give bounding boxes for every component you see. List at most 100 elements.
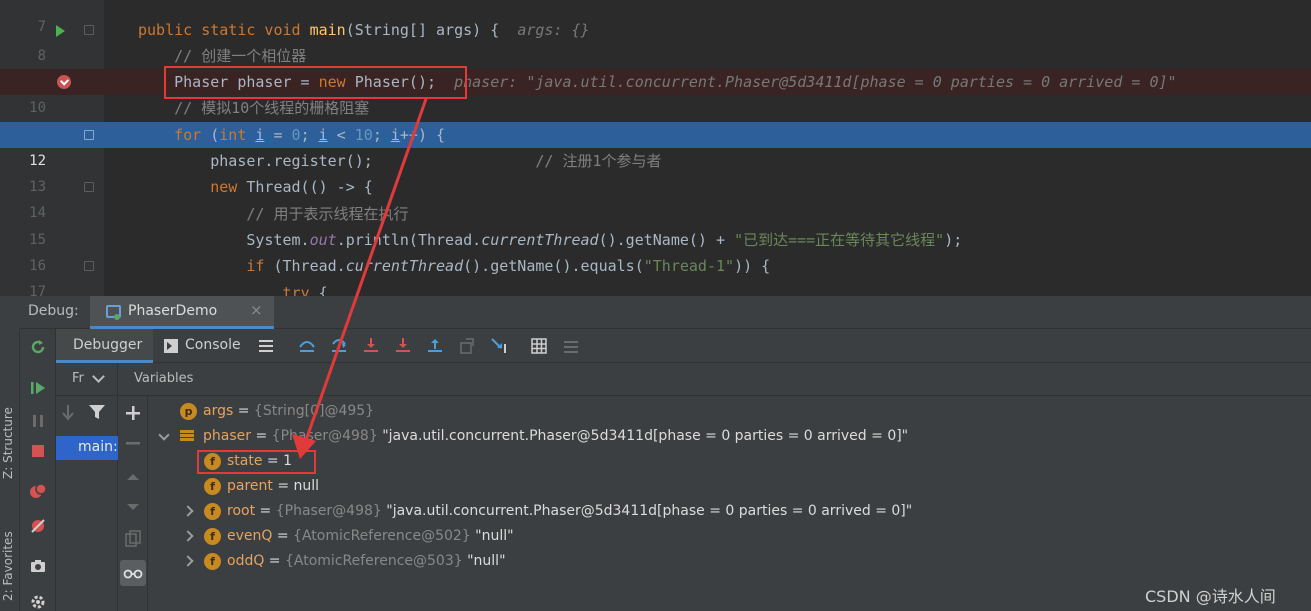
camera-icon[interactable] xyxy=(29,557,47,575)
variable-type: {String[0]@495} xyxy=(253,403,375,419)
move-up-icon[interactable] xyxy=(122,466,144,488)
variable-text: phaser = {Phaser@498} "java.util.concurr… xyxy=(203,428,909,444)
fold-marker-icon[interactable] xyxy=(84,261,94,271)
application-icon xyxy=(106,305,121,320)
variable-type: {Phaser@498} xyxy=(271,428,378,444)
chevron-down-icon[interactable] xyxy=(92,370,105,383)
variable-value: null xyxy=(293,478,320,494)
code-line-18[interactable]: 18 try { xyxy=(0,280,1311,296)
layout-menu-icon[interactable] xyxy=(257,337,275,355)
variable-value: "null" xyxy=(475,528,514,544)
settings-gear-icon[interactable] xyxy=(29,593,47,611)
variable-name: root xyxy=(227,503,256,519)
variable-name: phaser xyxy=(203,428,252,444)
code-comment: // 创建一个相位器 xyxy=(174,47,307,65)
tab-console[interactable]: Console xyxy=(160,329,246,363)
code-line-7[interactable]: 7 xyxy=(0,0,1311,35)
debug-tool-window: Z: Structure 2: Favorites Debug: PhaserD… xyxy=(0,296,1311,611)
variable-value: "java.util.concurrent.Phaser@5d3411d[pha… xyxy=(382,428,909,444)
code-line-13[interactable]: 13 phaser.register(); // 注册1个参与者 xyxy=(0,148,1311,195)
trace-stream-icon[interactable] xyxy=(562,337,580,355)
highlight-box-phaser-declaration xyxy=(164,66,467,99)
structure-tool-tab[interactable]: Z: Structure xyxy=(1,407,15,479)
debug-actions-column xyxy=(20,329,56,611)
breakpoint-icon[interactable] xyxy=(57,75,71,89)
fold-marker-icon[interactable] xyxy=(84,182,94,192)
new-watch-plus-icon[interactable] xyxy=(122,402,144,424)
glasses-icon xyxy=(123,569,143,579)
field-icon: f xyxy=(204,553,221,570)
evaluate-expression-icon[interactable] xyxy=(530,337,548,355)
pause-icon[interactable] xyxy=(29,412,47,430)
left-tool-strip: Z: Structure 2: Favorites xyxy=(0,329,20,611)
code-line-14[interactable]: 14 new Thread(() -> { xyxy=(0,174,1311,221)
close-icon[interactable]: × xyxy=(250,301,263,319)
tab-console-label: Console xyxy=(185,337,241,353)
copy-icon[interactable] xyxy=(122,528,144,550)
step-over-icon[interactable] xyxy=(330,337,348,355)
debug-label: Debug: xyxy=(28,303,79,319)
step-into-icon[interactable] xyxy=(362,337,380,355)
code-comment: // 注册1个参与者 xyxy=(535,152,662,170)
code-line-16[interactable]: 16 System.out.println(Thread.currentThre… xyxy=(0,227,1311,274)
show-execution-point-icon[interactable] xyxy=(298,337,316,355)
stop-icon[interactable] xyxy=(29,442,47,460)
force-step-into-icon[interactable] xyxy=(394,337,412,355)
drop-frame-icon[interactable] xyxy=(458,337,476,355)
filter-icon[interactable] xyxy=(88,403,106,421)
variable-row-root[interactable]: f root = {Phaser@498} "java.util.concurre… xyxy=(148,499,1311,524)
fold-marker-icon[interactable] xyxy=(84,130,94,140)
variable-row-state[interactable]: f state = 1 xyxy=(148,449,1311,474)
run-gutter-icon[interactable] xyxy=(56,25,65,37)
chevron-down-icon[interactable] xyxy=(158,429,170,441)
tab-debugger[interactable]: Debugger xyxy=(56,329,153,363)
variable-text: evenQ = {AtomicReference@502} "null" xyxy=(227,528,514,544)
chevron-right-icon[interactable] xyxy=(182,555,194,567)
view-breakpoints-icon[interactable] xyxy=(29,482,47,500)
variable-text: args = {String[0]@495} xyxy=(203,403,375,419)
resume-icon[interactable] xyxy=(29,379,47,397)
session-tab-phaserdemo[interactable]: PhaserDemo × xyxy=(90,296,274,329)
variables-tree: p args = {String[0]@495} phaser = {Phaser… xyxy=(148,396,1311,611)
code-text: new Thread(() -> { xyxy=(210,178,373,196)
variable-type: {Phaser@498} xyxy=(275,503,382,519)
code-text: System.out.println(Thread.currentThread(… xyxy=(138,231,963,249)
arrow-down-icon[interactable] xyxy=(60,403,76,421)
favorites-tool-tab[interactable]: 2: Favorites xyxy=(1,531,15,601)
code-string: "Thread-1" xyxy=(643,257,735,275)
code-line-8[interactable]: 8 public static void main(String[] args)… xyxy=(0,17,1311,64)
chevron-right-icon[interactable] xyxy=(182,530,194,542)
step-out-icon[interactable] xyxy=(426,337,444,355)
code-line-15[interactable]: 15 // 用于表示线程在执行 xyxy=(0,201,1311,248)
chevron-right-icon[interactable] xyxy=(182,505,194,517)
run-to-cursor-icon[interactable] xyxy=(490,337,508,355)
variable-text: parent = null xyxy=(227,478,320,494)
variable-row-phaser[interactable]: phaser = {Phaser@498} "java.util.concurr… xyxy=(148,424,1311,449)
code-comment: // 模拟10个线程的栅格阻塞 xyxy=(174,99,370,117)
frames-panel: Fr main: xyxy=(56,363,118,611)
frames-header[interactable]: Fr xyxy=(56,363,118,396)
remove-watch-minus-icon[interactable] xyxy=(122,432,144,454)
debug-tab-bar: Debug: PhaserDemo × xyxy=(20,296,1311,329)
variable-type: {AtomicReference@502} xyxy=(293,528,471,544)
code-line-12-current-execution[interactable]: 12 for (int i = 0; i < 10; i++) { xyxy=(0,122,1311,169)
variable-name: parent xyxy=(227,478,273,494)
code-editor[interactable]: 7 8 public static void main(String[] arg… xyxy=(0,0,1311,296)
fold-marker-icon[interactable] xyxy=(84,25,94,35)
variable-row-parent[interactable]: f parent = null xyxy=(148,474,1311,499)
variable-type: {AtomicReference@503} xyxy=(285,553,463,569)
variable-row-evenQ[interactable]: f evenQ = {AtomicReference@502} "null" xyxy=(148,524,1311,549)
code-line-17[interactable]: 17 if (Thread.currentThread().getName().… xyxy=(0,253,1311,296)
move-down-icon[interactable] xyxy=(122,496,144,518)
thread-item-main[interactable]: main: xyxy=(56,436,118,460)
variable-text: oddQ = {AtomicReference@503} "null" xyxy=(227,553,506,569)
variable-name: args xyxy=(203,403,234,419)
rerun-icon[interactable] xyxy=(29,338,47,356)
show-watches-toggle[interactable] xyxy=(120,560,146,586)
variable-row-oddQ[interactable]: f oddQ = {AtomicReference@503} "null" xyxy=(148,549,1311,574)
code-text: try { xyxy=(282,284,328,296)
field-icon: f xyxy=(204,528,221,545)
mute-breakpoints-icon[interactable] xyxy=(29,517,47,535)
variable-row-args[interactable]: p args = {String[0]@495} xyxy=(148,399,1311,424)
session-name: PhaserDemo xyxy=(128,303,218,319)
